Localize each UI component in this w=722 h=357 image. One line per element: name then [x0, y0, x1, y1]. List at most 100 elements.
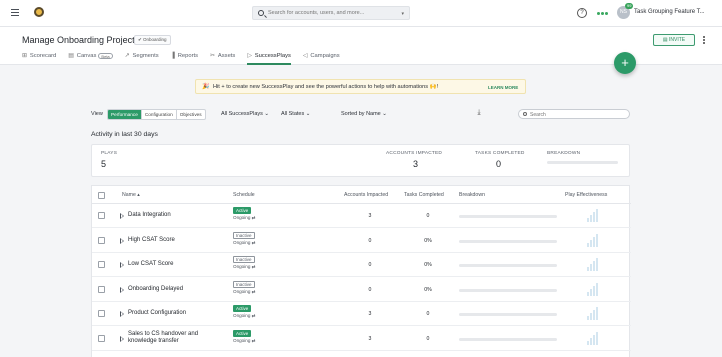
- column-tasks: Tasks Completed: [404, 192, 444, 198]
- row-breakdown-bar: [459, 215, 557, 218]
- tasks-stat: TASKS COMPLETED 0: [475, 151, 525, 169]
- info-banner: 🎉 Hit + to create new SuccessPlay and se…: [195, 79, 526, 94]
- row-checkbox[interactable]: [98, 310, 105, 317]
- tab-segments[interactable]: ↗ Segments: [125, 53, 159, 65]
- table-search[interactable]: [518, 109, 630, 119]
- plays-stat: PLAYS 5: [101, 151, 117, 169]
- view-performance[interactable]: Performance: [108, 110, 142, 119]
- table-row[interactable]: Data Integration Active Ongoing ⇄ 3 0: [92, 204, 631, 228]
- sort-dropdown[interactable]: Sorted by Name ⌄: [341, 111, 387, 117]
- tab-label: Campaigns: [310, 53, 340, 59]
- schedule-text: Ongoing ⇄: [233, 239, 256, 245]
- play-name[interactable]: Low CSAT Score: [128, 261, 208, 269]
- tasks-label: TASKS COMPLETED: [475, 151, 525, 156]
- play-name[interactable]: Data Integration: [128, 212, 208, 220]
- plays-label: PLAYS: [101, 151, 118, 156]
- workspace-name[interactable]: Task Grouping Feature T...: [634, 9, 705, 15]
- tab-scorecard[interactable]: ⊞ Scorecard: [22, 53, 56, 65]
- row-checkbox[interactable]: [98, 236, 105, 244]
- states-filter-dropdown[interactable]: All States ⌄: [281, 111, 310, 117]
- tab-label: Assets: [217, 53, 236, 59]
- banner-text: Hit + to create new SuccessPlay and see …: [213, 84, 439, 90]
- project-tag[interactable]: ✔ Onboarding: [134, 35, 171, 45]
- breakdown-stat: BREAKDOWN: [547, 151, 618, 164]
- assets-icon: ✂: [210, 53, 215, 59]
- accounts-value: 3: [413, 159, 419, 169]
- tab-label: Reports: [177, 53, 199, 59]
- status-badge: Inactive: [233, 256, 255, 263]
- table-row[interactable]: Sales to CS handover and knowledge trans…: [92, 327, 631, 351]
- tasks-completed-value: 0: [426, 311, 430, 317]
- tab-successplays[interactable]: ▷ SuccessPlays: [247, 53, 291, 65]
- column-breakdown: Breakdown: [459, 192, 485, 198]
- column-accounts: Accounts Impacted: [344, 192, 389, 198]
- table-row[interactable]: High CSAT Score Inactive Ongoing ⇄ 0 0%: [92, 229, 631, 253]
- breakdown-label: BREAKDOWN: [547, 151, 581, 156]
- scorecard-icon: ⊞: [22, 53, 27, 59]
- invite-label: INVITE: [669, 37, 686, 43]
- tab-canvas[interactable]: ▤ Canvas Beta: [68, 53, 113, 65]
- canvas-icon: ▤: [68, 53, 74, 59]
- chevron-down-icon[interactable]: ▾: [401, 11, 404, 17]
- tab-label: Canvas: [76, 53, 97, 59]
- help-icon[interactable]: ?: [577, 8, 587, 18]
- play-name[interactable]: Onboarding Delayed: [128, 286, 208, 294]
- tab-bar: ⊞ Scorecard ▤ Canvas Beta ↗ Segments ▐ Report…: [22, 53, 352, 65]
- app-logo[interactable]: [34, 7, 44, 17]
- row-checkbox[interactable]: [98, 334, 105, 342]
- select-all-checkbox[interactable]: [98, 192, 105, 199]
- play-icon[interactable]: [120, 286, 124, 293]
- tab-campaigns[interactable]: ◁ Campaigns: [303, 53, 340, 65]
- row-checkbox[interactable]: [98, 285, 105, 293]
- column-effectiveness: Play Effectiveness: [565, 192, 608, 198]
- play-icon[interactable]: [120, 335, 124, 342]
- view-objectives[interactable]: Objectives: [177, 110, 205, 119]
- tab-reports[interactable]: ▐ Reports: [171, 53, 198, 65]
- status-dots-icon[interactable]: [597, 11, 609, 15]
- tasks-completed-value: 0%: [424, 262, 432, 268]
- play-name[interactable]: Product Configuration: [128, 310, 208, 318]
- table-row[interactable]: Low CSAT Score Inactive Ongoing ⇄ 0 0%: [92, 253, 631, 277]
- row-checkbox[interactable]: [98, 261, 105, 268]
- plays-value: 5: [101, 159, 107, 169]
- accounts-label: ACCOUNTS IMPACTED: [386, 151, 443, 156]
- row-breakdown-bar: [459, 337, 557, 341]
- table-search-input[interactable]: [530, 111, 620, 118]
- tab-assets[interactable]: ✂ Assets: [210, 53, 235, 65]
- play-icon[interactable]: [120, 237, 124, 244]
- tasks-completed-value: 0%: [424, 237, 432, 244]
- page-title: Manage Onboarding Projects: [22, 35, 140, 45]
- invite-button[interactable]: ▤ INVITE: [653, 34, 695, 46]
- learn-more-link[interactable]: LEARN MORE: [488, 85, 518, 90]
- row-breakdown-bar: [459, 313, 557, 316]
- plays-filter-dropdown[interactable]: All SuccessPlays ⌄: [221, 111, 269, 117]
- play-name[interactable]: Sales to CS handover and knowledge trans…: [128, 331, 208, 346]
- row-checkbox[interactable]: [98, 212, 105, 219]
- play-name[interactable]: High CSAT Score: [128, 237, 208, 245]
- status-badge: Active: [233, 329, 252, 337]
- schedule-text: Ongoing ⇄: [233, 264, 256, 269]
- play-icon[interactable]: [120, 311, 124, 317]
- schedule-text: Ongoing ⇄: [233, 215, 256, 220]
- table-row[interactable]: Product Configuration Active Ongoing ⇄ 3 0: [92, 302, 631, 326]
- play-icon[interactable]: [120, 262, 124, 268]
- table-row[interactable]: Onboarding Delayed Inactive Ongoing ⇄ 0 0%: [92, 278, 631, 302]
- global-search[interactable]: ▾: [252, 6, 410, 20]
- column-name[interactable]: Name ▴: [122, 192, 140, 198]
- more-options-icon[interactable]: [703, 36, 705, 44]
- play-icon[interactable]: [120, 213, 124, 219]
- global-search-input[interactable]: [268, 8, 396, 18]
- view-configuration[interactable]: Configuration: [142, 110, 177, 119]
- hamburger-menu-icon[interactable]: [11, 9, 19, 16]
- add-successplay-button[interactable]: +: [614, 52, 636, 74]
- tab-label: Segments: [132, 53, 159, 59]
- effectiveness-chart-icon: [585, 233, 599, 247]
- tab-label: SuccessPlays: [254, 53, 291, 59]
- tasks-completed-value: 0: [426, 335, 430, 342]
- accounts-impacted-value: 3: [368, 213, 372, 219]
- download-icon[interactable]: ⤓: [474, 109, 484, 119]
- column-schedule: Schedule: [233, 192, 255, 198]
- effectiveness-chart-icon: [585, 282, 599, 296]
- reports-icon: ▐: [170, 53, 175, 59]
- schedule-text: Ongoing ⇄: [233, 288, 256, 294]
